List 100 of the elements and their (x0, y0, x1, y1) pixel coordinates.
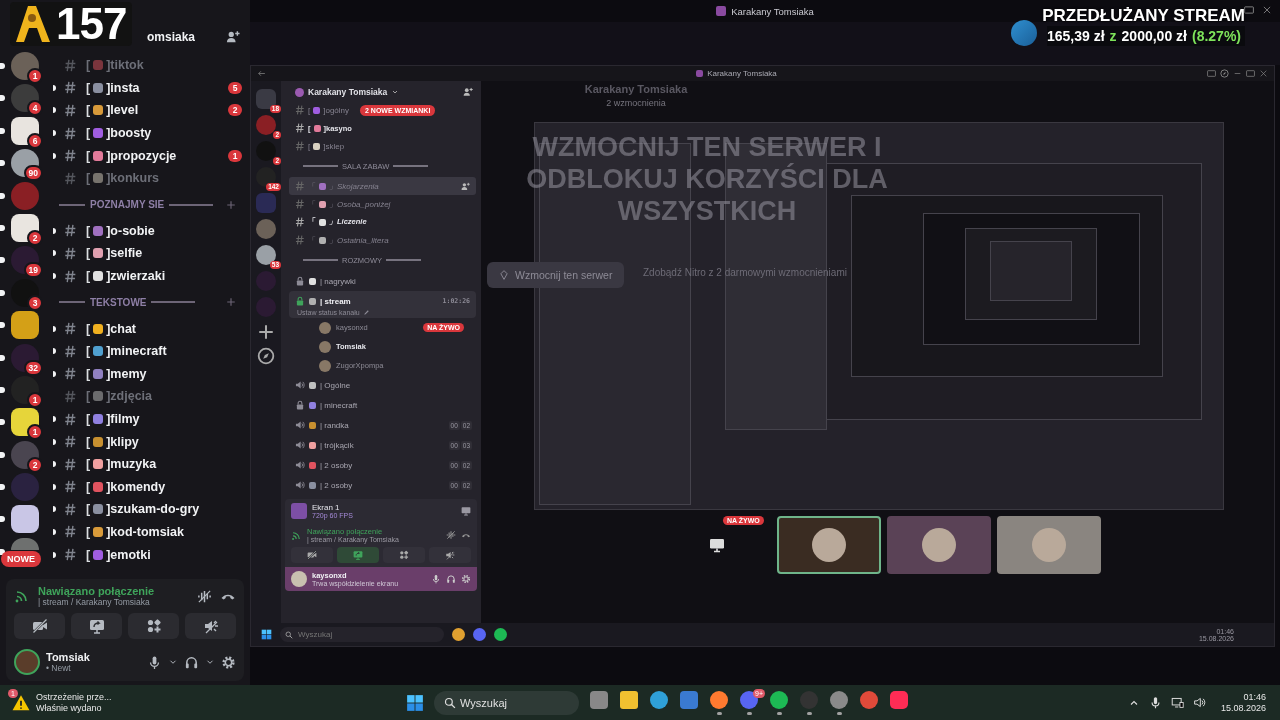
channel-item[interactable]: [ ]boosty (51, 121, 242, 145)
server-icon[interactable] (11, 213, 39, 242)
channel-item[interactable]: [ ]szukam-do-gry (51, 498, 242, 521)
server-icon[interactable] (11, 343, 39, 372)
microphone-icon[interactable] (431, 574, 441, 584)
voice-channel[interactable]: | Ogólne (289, 375, 476, 395)
server-icon[interactable] (11, 246, 39, 275)
headphones-icon[interactable] (184, 654, 199, 670)
settings-icon[interactable] (221, 654, 236, 670)
screen-share-button[interactable] (337, 547, 379, 563)
discord-icon[interactable] (473, 628, 486, 641)
headphones-icon[interactable] (446, 574, 456, 584)
add-channel-icon[interactable] (226, 297, 236, 308)
channel-item[interactable]: [ ]selfie (51, 242, 242, 265)
channel-item[interactable]: [ ]kod-tomsiak (51, 520, 242, 544)
invite-icon[interactable] (463, 87, 473, 97)
user-avatar[interactable] (291, 571, 307, 587)
maximize-icon[interactable] (1246, 69, 1255, 78)
volume-icon[interactable] (1192, 696, 1206, 709)
channel-item[interactable]: [ ]zwierzaki (51, 264, 242, 288)
server-icon[interactable] (11, 278, 39, 307)
unread-indicator (52, 84, 56, 91)
add-channel-icon[interactable] (226, 199, 236, 210)
participant-tile[interactable] (777, 516, 881, 574)
camera-button[interactable] (291, 547, 333, 563)
voice-channel[interactable]: | nagrywki (289, 271, 476, 291)
help-icon[interactable] (1220, 69, 1229, 78)
close-icon[interactable] (1259, 69, 1268, 78)
channel-item[interactable]: [ ]chat (51, 317, 242, 340)
channel-item[interactable]: [ ]zdjęcia (51, 385, 242, 408)
channel-item[interactable]: [ ]tiktok (51, 54, 242, 77)
store-icon[interactable] (680, 690, 698, 709)
user-avatar[interactable] (14, 649, 40, 675)
spotify-icon[interactable] (494, 628, 507, 641)
microphone-icon[interactable] (147, 654, 162, 670)
invite-icon[interactable] (226, 30, 240, 44)
display-icon[interactable] (1170, 696, 1184, 709)
settings-icon[interactable] (830, 690, 848, 709)
voice-channel-link[interactable]: | stream / Karakany Tomsiaka (38, 597, 189, 607)
activities-button[interactable] (128, 613, 179, 639)
server-icon[interactable] (11, 116, 39, 145)
channel-item[interactable]: [ ]komendy (51, 475, 242, 499)
server-name[interactable]: Karakany Tomsiaka (308, 87, 388, 97)
stop-share-icon[interactable] (461, 506, 471, 516)
channel-item[interactable]: [ ]emotki (51, 543, 242, 566)
category-label[interactable]: POZNAJMY SIE (90, 199, 165, 211)
soundboard-button[interactable] (185, 613, 236, 639)
noise-suppression-icon[interactable] (446, 530, 456, 540)
edge-icon[interactable] (650, 690, 668, 709)
channel-item[interactable]: [ ]filmy (51, 407, 242, 431)
channel-item[interactable]: [ ]klipy (51, 430, 242, 453)
firefox-icon[interactable] (710, 690, 728, 709)
search-field[interactable]: Wyszukaj (280, 627, 444, 642)
server-icon[interactable] (11, 84, 39, 113)
server-icon[interactable] (11, 440, 39, 469)
tiktok-icon[interactable] (890, 690, 908, 709)
add-server-icon[interactable] (257, 323, 275, 341)
server-icon[interactable] (11, 408, 39, 437)
channel-item[interactable]: [ ]konkurs (51, 166, 242, 190)
noise-suppression-icon[interactable] (197, 588, 212, 604)
activities-button[interactable] (383, 547, 425, 563)
maximize-icon[interactable] (1244, 5, 1254, 15)
channel-item[interactable]: [ ]sklep (289, 137, 476, 155)
boost-button[interactable]: Wzmocnij ten serwer (487, 262, 625, 288)
category-label[interactable]: TEKSTOWE (90, 296, 147, 308)
channel-item[interactable]: [ ]memy (51, 362, 242, 386)
channel-item[interactable]: [ ]level 2 (51, 99, 242, 122)
back-icon[interactable] (257, 69, 266, 78)
soundboard-button[interactable] (429, 547, 471, 563)
server-icon[interactable] (11, 505, 39, 534)
participant-tile[interactable] (997, 516, 1101, 574)
camera-button[interactable] (14, 613, 65, 639)
start-icon[interactable] (406, 693, 424, 712)
taskview-icon[interactable] (590, 690, 608, 709)
settings-icon[interactable] (461, 574, 471, 584)
server-icon[interactable] (11, 149, 39, 178)
chrome-icon[interactable] (452, 628, 465, 641)
server-icon[interactable] (11, 311, 39, 340)
voice-channel[interactable]: | minecraft (289, 395, 476, 415)
channel-item[interactable]: [ ]insta 5 (51, 76, 242, 100)
channel-item[interactable]: [ ]muzyka (51, 452, 242, 476)
participant-tile[interactable] (887, 516, 991, 574)
folder-icon[interactable] (620, 690, 638, 709)
chrome-icon[interactable] (860, 690, 878, 709)
discover-icon[interactable] (257, 347, 275, 365)
channel-item[interactable]: [ ]o-sobie (51, 219, 242, 243)
bracket-text: [ (86, 269, 91, 284)
spotify-icon[interactable] (770, 690, 788, 709)
close-icon[interactable] (1262, 5, 1272, 15)
inbox-icon[interactable] (1207, 69, 1216, 78)
channel-item[interactable]: 「 」Osoba_poniżej (289, 195, 476, 213)
channel-item[interactable]: [ ]propozycje 1 (51, 144, 242, 167)
bracket-text: [ (86, 148, 91, 163)
screen-icon[interactable] (709, 537, 725, 553)
search-field[interactable]: Wyszukaj (434, 690, 579, 715)
invite-icon[interactable] (461, 181, 470, 191)
channel-item[interactable]: [ ]minecraft (51, 339, 242, 363)
channel-item[interactable]: 「 」Ostatnia_litera (289, 231, 476, 249)
screen-share-button[interactable] (71, 613, 122, 639)
server-name[interactable]: omsiaka (147, 30, 196, 44)
